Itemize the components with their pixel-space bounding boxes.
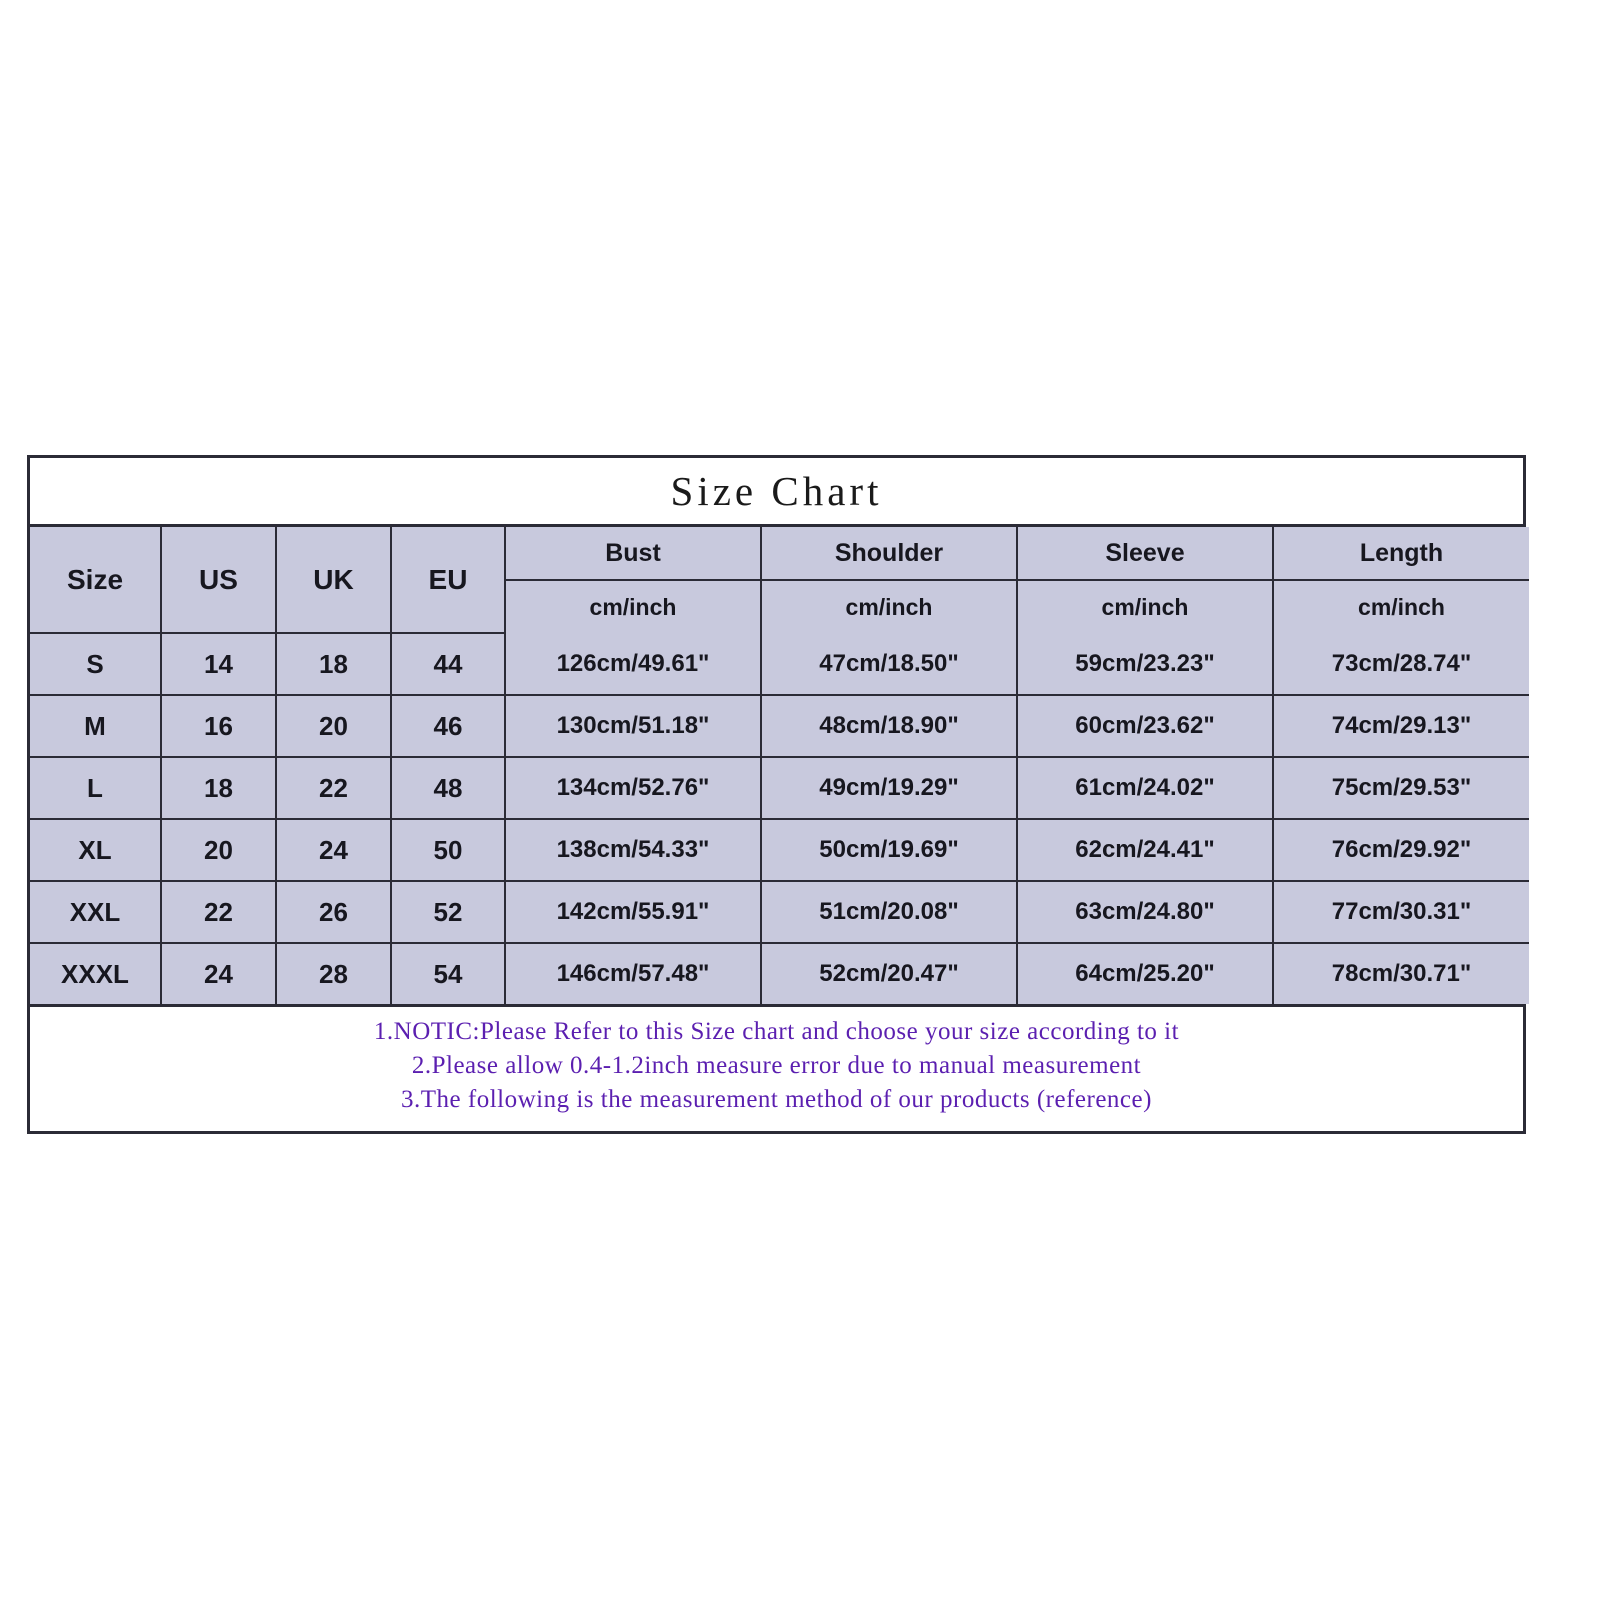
cell-us: 14 xyxy=(160,633,277,696)
cell-us: 22 xyxy=(160,880,277,944)
unit-header-bust: cm/inch xyxy=(505,579,762,633)
note-line-1: 1.NOTIC:Please Refer to this Size chart … xyxy=(373,1018,1180,1045)
cell-length: 77cm/30.31" xyxy=(1272,880,1529,944)
table-row: XL 20 24 50 138cm/54.33" 50cm/19.69" 62c… xyxy=(30,818,1529,882)
column-header-sleeve: Sleeve xyxy=(1016,527,1274,581)
note-line-2: 2.Please allow 0.4-1.2inch measure error… xyxy=(411,1052,1142,1079)
cell-bust: 146cm/57.48" xyxy=(504,942,762,1004)
table-row: S 14 18 44 126cm/49.61" 47cm/18.50" 59cm… xyxy=(30,633,1529,696)
table-row: XXXL 24 28 54 146cm/57.48" 52cm/20.47" 6… xyxy=(30,942,1529,1004)
cell-sleeve: 62cm/24.41" xyxy=(1016,818,1274,882)
column-header-uk: UK xyxy=(275,527,392,634)
cell-us: 20 xyxy=(160,818,277,882)
cell-size: M xyxy=(30,694,162,758)
cell-uk: 26 xyxy=(275,880,392,944)
cell-sleeve: 61cm/24.02" xyxy=(1016,756,1274,820)
cell-us: 18 xyxy=(160,756,277,820)
table-row: L 18 22 48 134cm/52.76" 49cm/19.29" 61cm… xyxy=(30,756,1529,820)
cell-sleeve: 59cm/23.23" xyxy=(1016,633,1274,696)
cell-sleeve: 60cm/23.62" xyxy=(1016,694,1274,758)
cell-uk: 24 xyxy=(275,818,392,882)
cell-bust: 130cm/51.18" xyxy=(504,694,762,758)
cell-eu: 48 xyxy=(390,756,506,820)
cell-bust: 126cm/49.61" xyxy=(504,633,762,696)
cell-uk: 22 xyxy=(275,756,392,820)
column-header-size: Size xyxy=(30,527,162,634)
column-header-bust: Bust xyxy=(504,527,762,581)
cell-shoulder: 47cm/18.50" xyxy=(760,633,1018,696)
cell-uk: 28 xyxy=(275,942,392,1004)
column-header-shoulder: Shoulder xyxy=(760,527,1018,581)
cell-size: XL xyxy=(30,818,162,882)
note-line-3: 3.The following is the measurement metho… xyxy=(401,1086,1152,1113)
chart-title-band: Size Chart xyxy=(30,458,1523,527)
cell-shoulder: 51cm/20.08" xyxy=(760,880,1018,944)
table-header-row-primary: Size US UK EU Bust Shoulder Sleeve Lengt… xyxy=(30,527,1529,634)
cell-eu: 44 xyxy=(390,633,506,696)
cell-shoulder: 49cm/19.29" xyxy=(760,756,1018,820)
cell-length: 73cm/28.74" xyxy=(1272,633,1529,696)
cell-length: 76cm/29.92" xyxy=(1272,818,1529,882)
cell-size: L xyxy=(30,756,162,820)
cell-size: XXXL xyxy=(30,942,162,1004)
unit-header-sleeve: cm/inch xyxy=(1016,579,1274,633)
cell-shoulder: 50cm/19.69" xyxy=(760,818,1018,882)
cell-eu: 52 xyxy=(390,880,506,944)
cell-size: XXL xyxy=(30,880,162,944)
column-header-us: US xyxy=(160,527,277,634)
cell-length: 75cm/29.53" xyxy=(1272,756,1529,820)
cell-uk: 20 xyxy=(275,694,392,758)
size-chart-panel: Size Chart Size US UK EU Bust Shoulder S… xyxy=(27,455,1529,1134)
cell-length: 78cm/30.71" xyxy=(1272,942,1529,1004)
column-header-eu: EU xyxy=(390,527,506,634)
unit-header-length: cm/inch xyxy=(1272,579,1529,633)
cell-eu: 54 xyxy=(390,942,506,1004)
cell-shoulder: 48cm/18.90" xyxy=(760,694,1018,758)
cell-sleeve: 63cm/24.80" xyxy=(1016,880,1274,944)
cell-bust: 138cm/54.33" xyxy=(504,818,762,882)
column-header-length: Length xyxy=(1272,527,1529,581)
cell-eu: 46 xyxy=(390,694,506,758)
cell-bust: 134cm/52.76" xyxy=(504,756,762,820)
page-title: Size Chart xyxy=(670,468,883,514)
cell-sleeve: 64cm/25.20" xyxy=(1016,942,1274,1004)
notes-section: 1.NOTIC:Please Refer to this Size chart … xyxy=(30,1004,1523,1131)
table-row: M 16 20 46 130cm/51.18" 48cm/18.90" 60cm… xyxy=(30,694,1529,758)
size-chart-table: Size US UK EU Bust Shoulder Sleeve Lengt… xyxy=(30,527,1529,1004)
cell-eu: 50 xyxy=(390,818,506,882)
cell-shoulder: 52cm/20.47" xyxy=(760,942,1018,1004)
cell-length: 74cm/29.13" xyxy=(1272,694,1529,758)
cell-size: S xyxy=(30,633,162,696)
unit-header-shoulder: cm/inch xyxy=(760,579,1018,633)
table-row: XXL 22 26 52 142cm/55.91" 51cm/20.08" 63… xyxy=(30,880,1529,944)
cell-us: 16 xyxy=(160,694,277,758)
cell-uk: 18 xyxy=(275,633,392,696)
cell-us: 24 xyxy=(160,942,277,1004)
cell-bust: 142cm/55.91" xyxy=(504,880,762,944)
